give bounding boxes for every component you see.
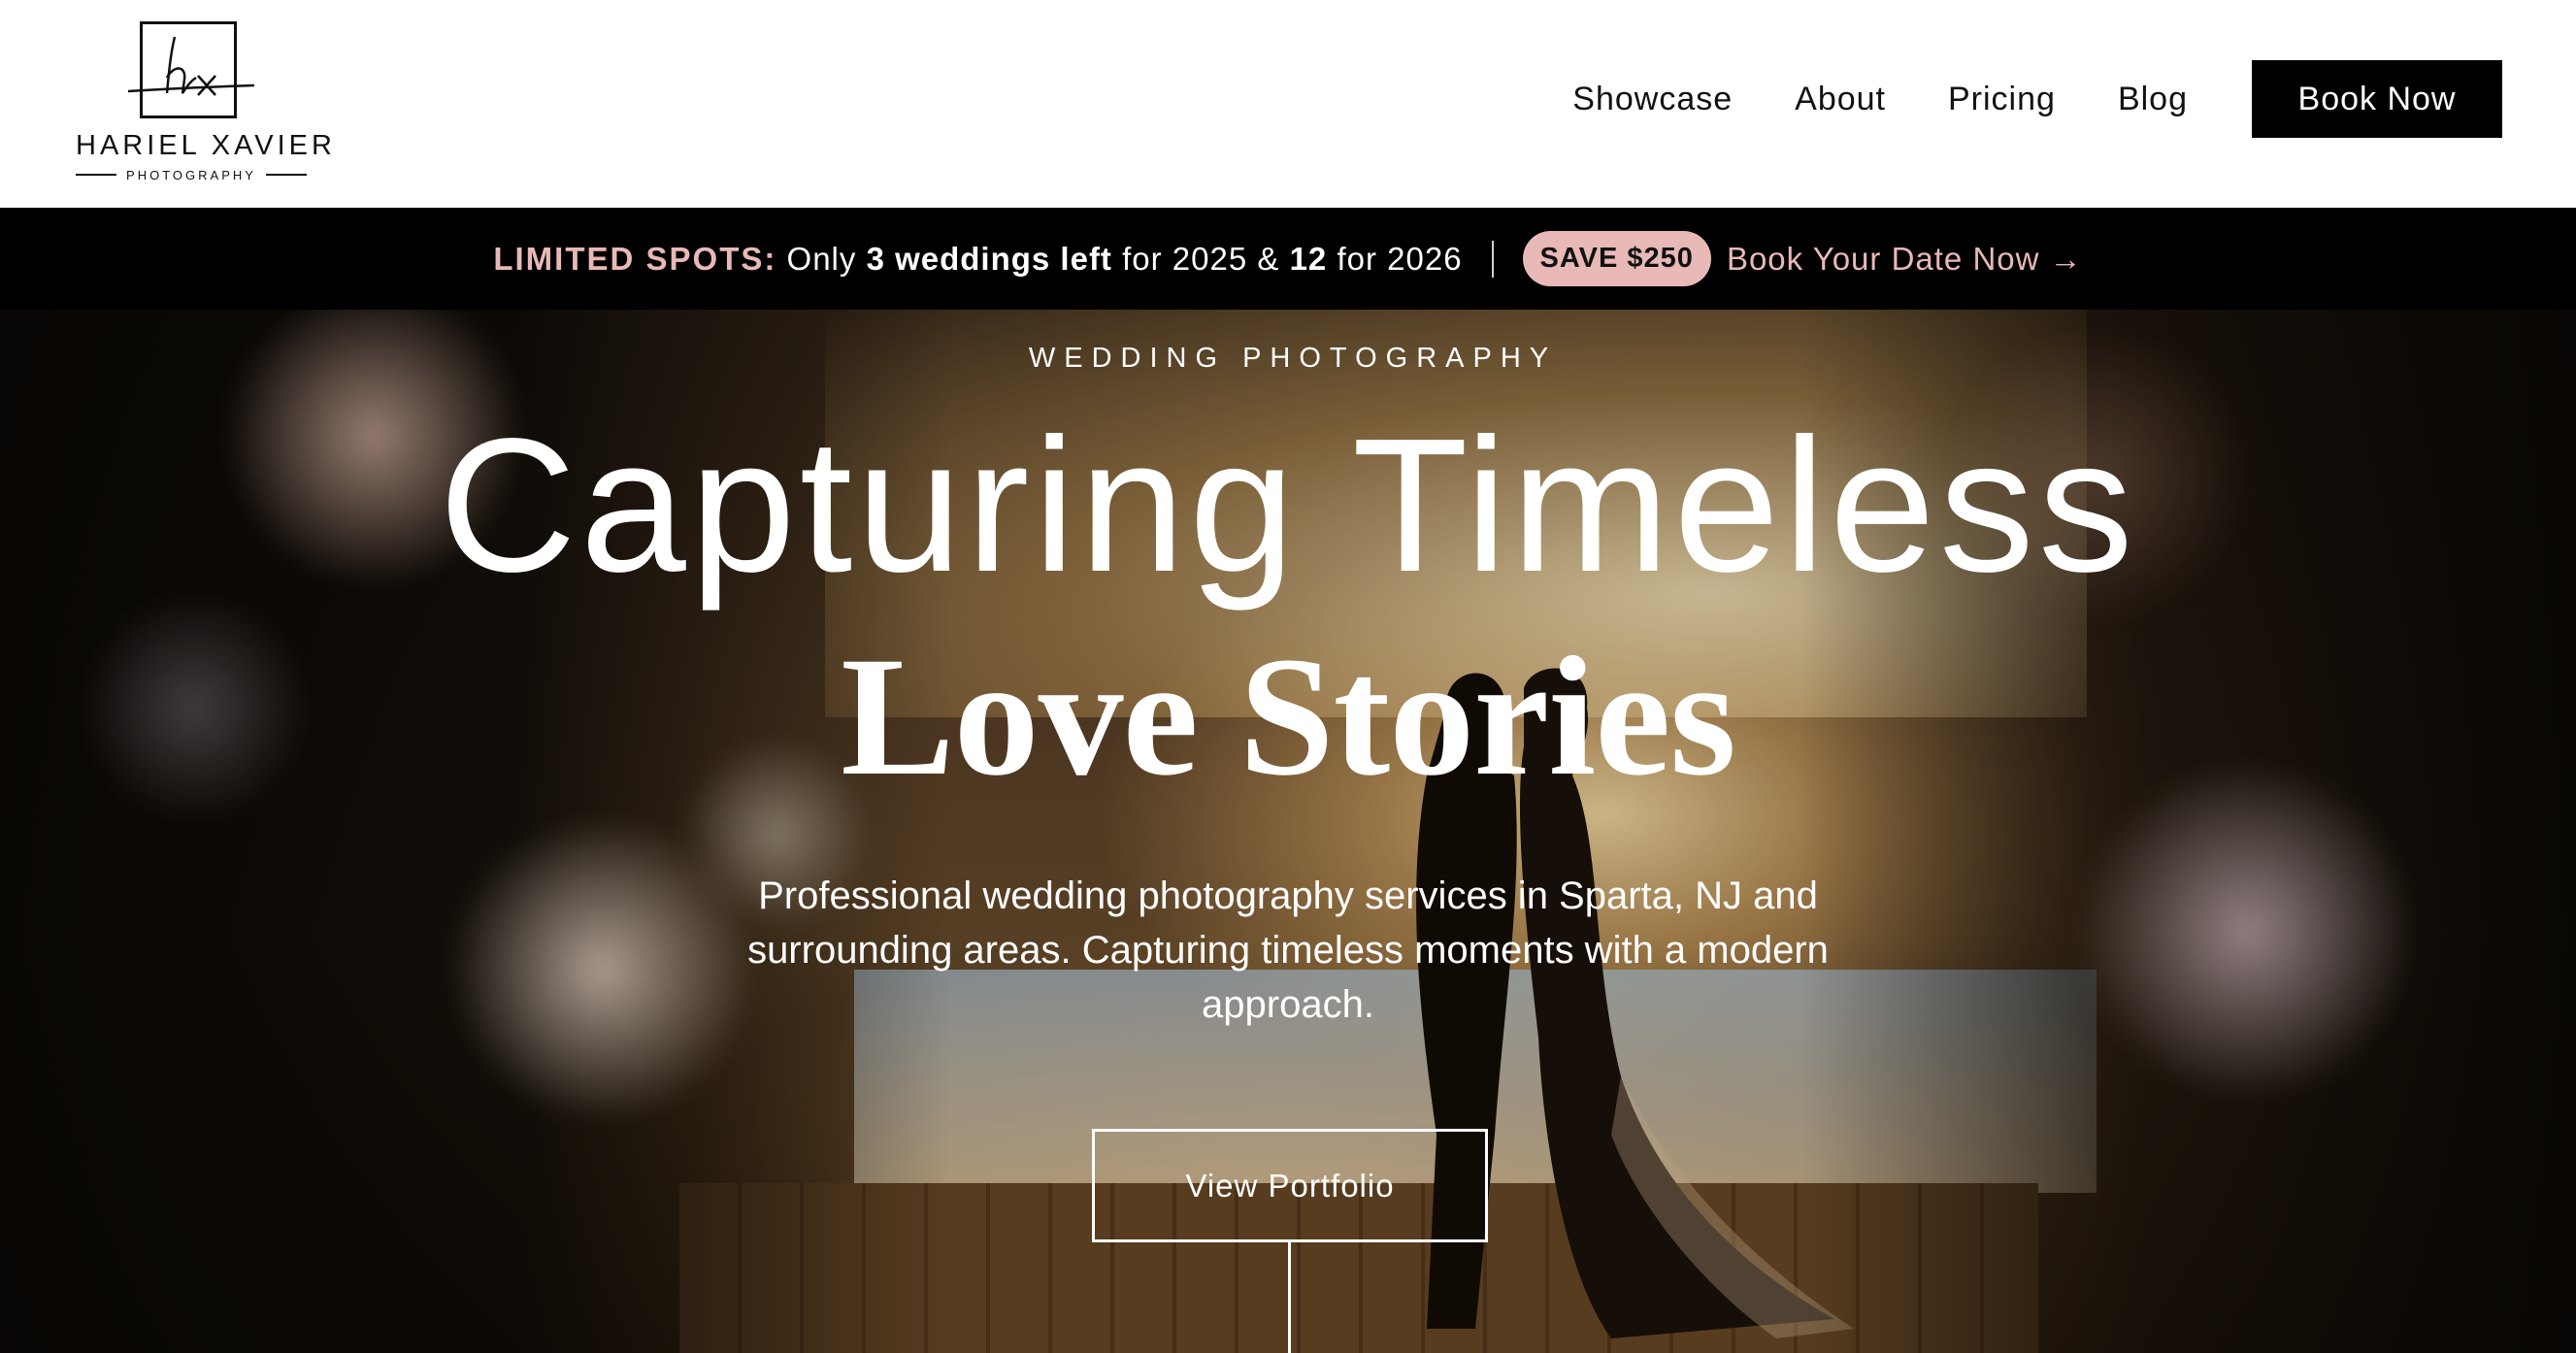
divider <box>265 174 307 176</box>
divider <box>76 174 117 176</box>
main-nav: Showcase About Pricing Blog Book Now <box>1572 60 2502 138</box>
nav-pricing-link[interactable]: Pricing <box>1948 81 2056 118</box>
site-header: HARIEL XAVIER PHOTOGRAPHY Showcase About… <box>0 0 2576 209</box>
monogram-signature-icon <box>127 36 255 96</box>
view-portfolio-button[interactable]: View Portfolio <box>1092 1129 1488 1242</box>
scroll-indicator-line <box>1288 1242 1291 1353</box>
promo-count-2026: 12 <box>1289 240 1328 277</box>
promo-divider <box>1491 240 1494 278</box>
save-badge: SAVE $250 <box>1522 231 1711 286</box>
hero-description: Professional wedding photography service… <box>747 874 1829 1026</box>
promo-count-2025: 3 weddings left <box>866 240 1112 277</box>
nav-blog-link[interactable]: Blog <box>2118 81 2188 118</box>
promo-banner: LIMITED SPOTS: Only 3 weddings left for … <box>0 208 2576 310</box>
book-now-button[interactable]: Book Now <box>2252 60 2502 138</box>
hero-title-line2: Love Stories <box>841 622 1736 811</box>
brand-name: HARIEL XAVIER <box>76 130 336 161</box>
promo-text-2026: for 2026 <box>1337 240 1463 277</box>
promo-label: LIMITED SPOTS: <box>493 240 777 277</box>
brand-subtitle: PHOTOGRAPHY <box>76 165 307 184</box>
brand-logo[interactable]: HARIEL XAVIER PHOTOGRAPHY <box>76 19 336 184</box>
promo-text-2025: for 2025 & <box>1122 240 1280 277</box>
promo-text-only: Only <box>786 240 857 277</box>
hero-section: WEDDING PHOTOGRAPHY Capturing Timeless L… <box>0 310 2576 1353</box>
brand-sub-label: PHOTOGRAPHY <box>126 167 256 182</box>
nav-about-link[interactable]: About <box>1795 81 1886 118</box>
hero-eyebrow: WEDDING PHOTOGRAPHY <box>1028 343 1558 374</box>
book-date-link[interactable]: Book Your Date Now → <box>1727 241 2083 278</box>
hero-title-line1: Capturing Timeless <box>439 399 2137 611</box>
nav-showcase-link[interactable]: Showcase <box>1572 81 1733 118</box>
